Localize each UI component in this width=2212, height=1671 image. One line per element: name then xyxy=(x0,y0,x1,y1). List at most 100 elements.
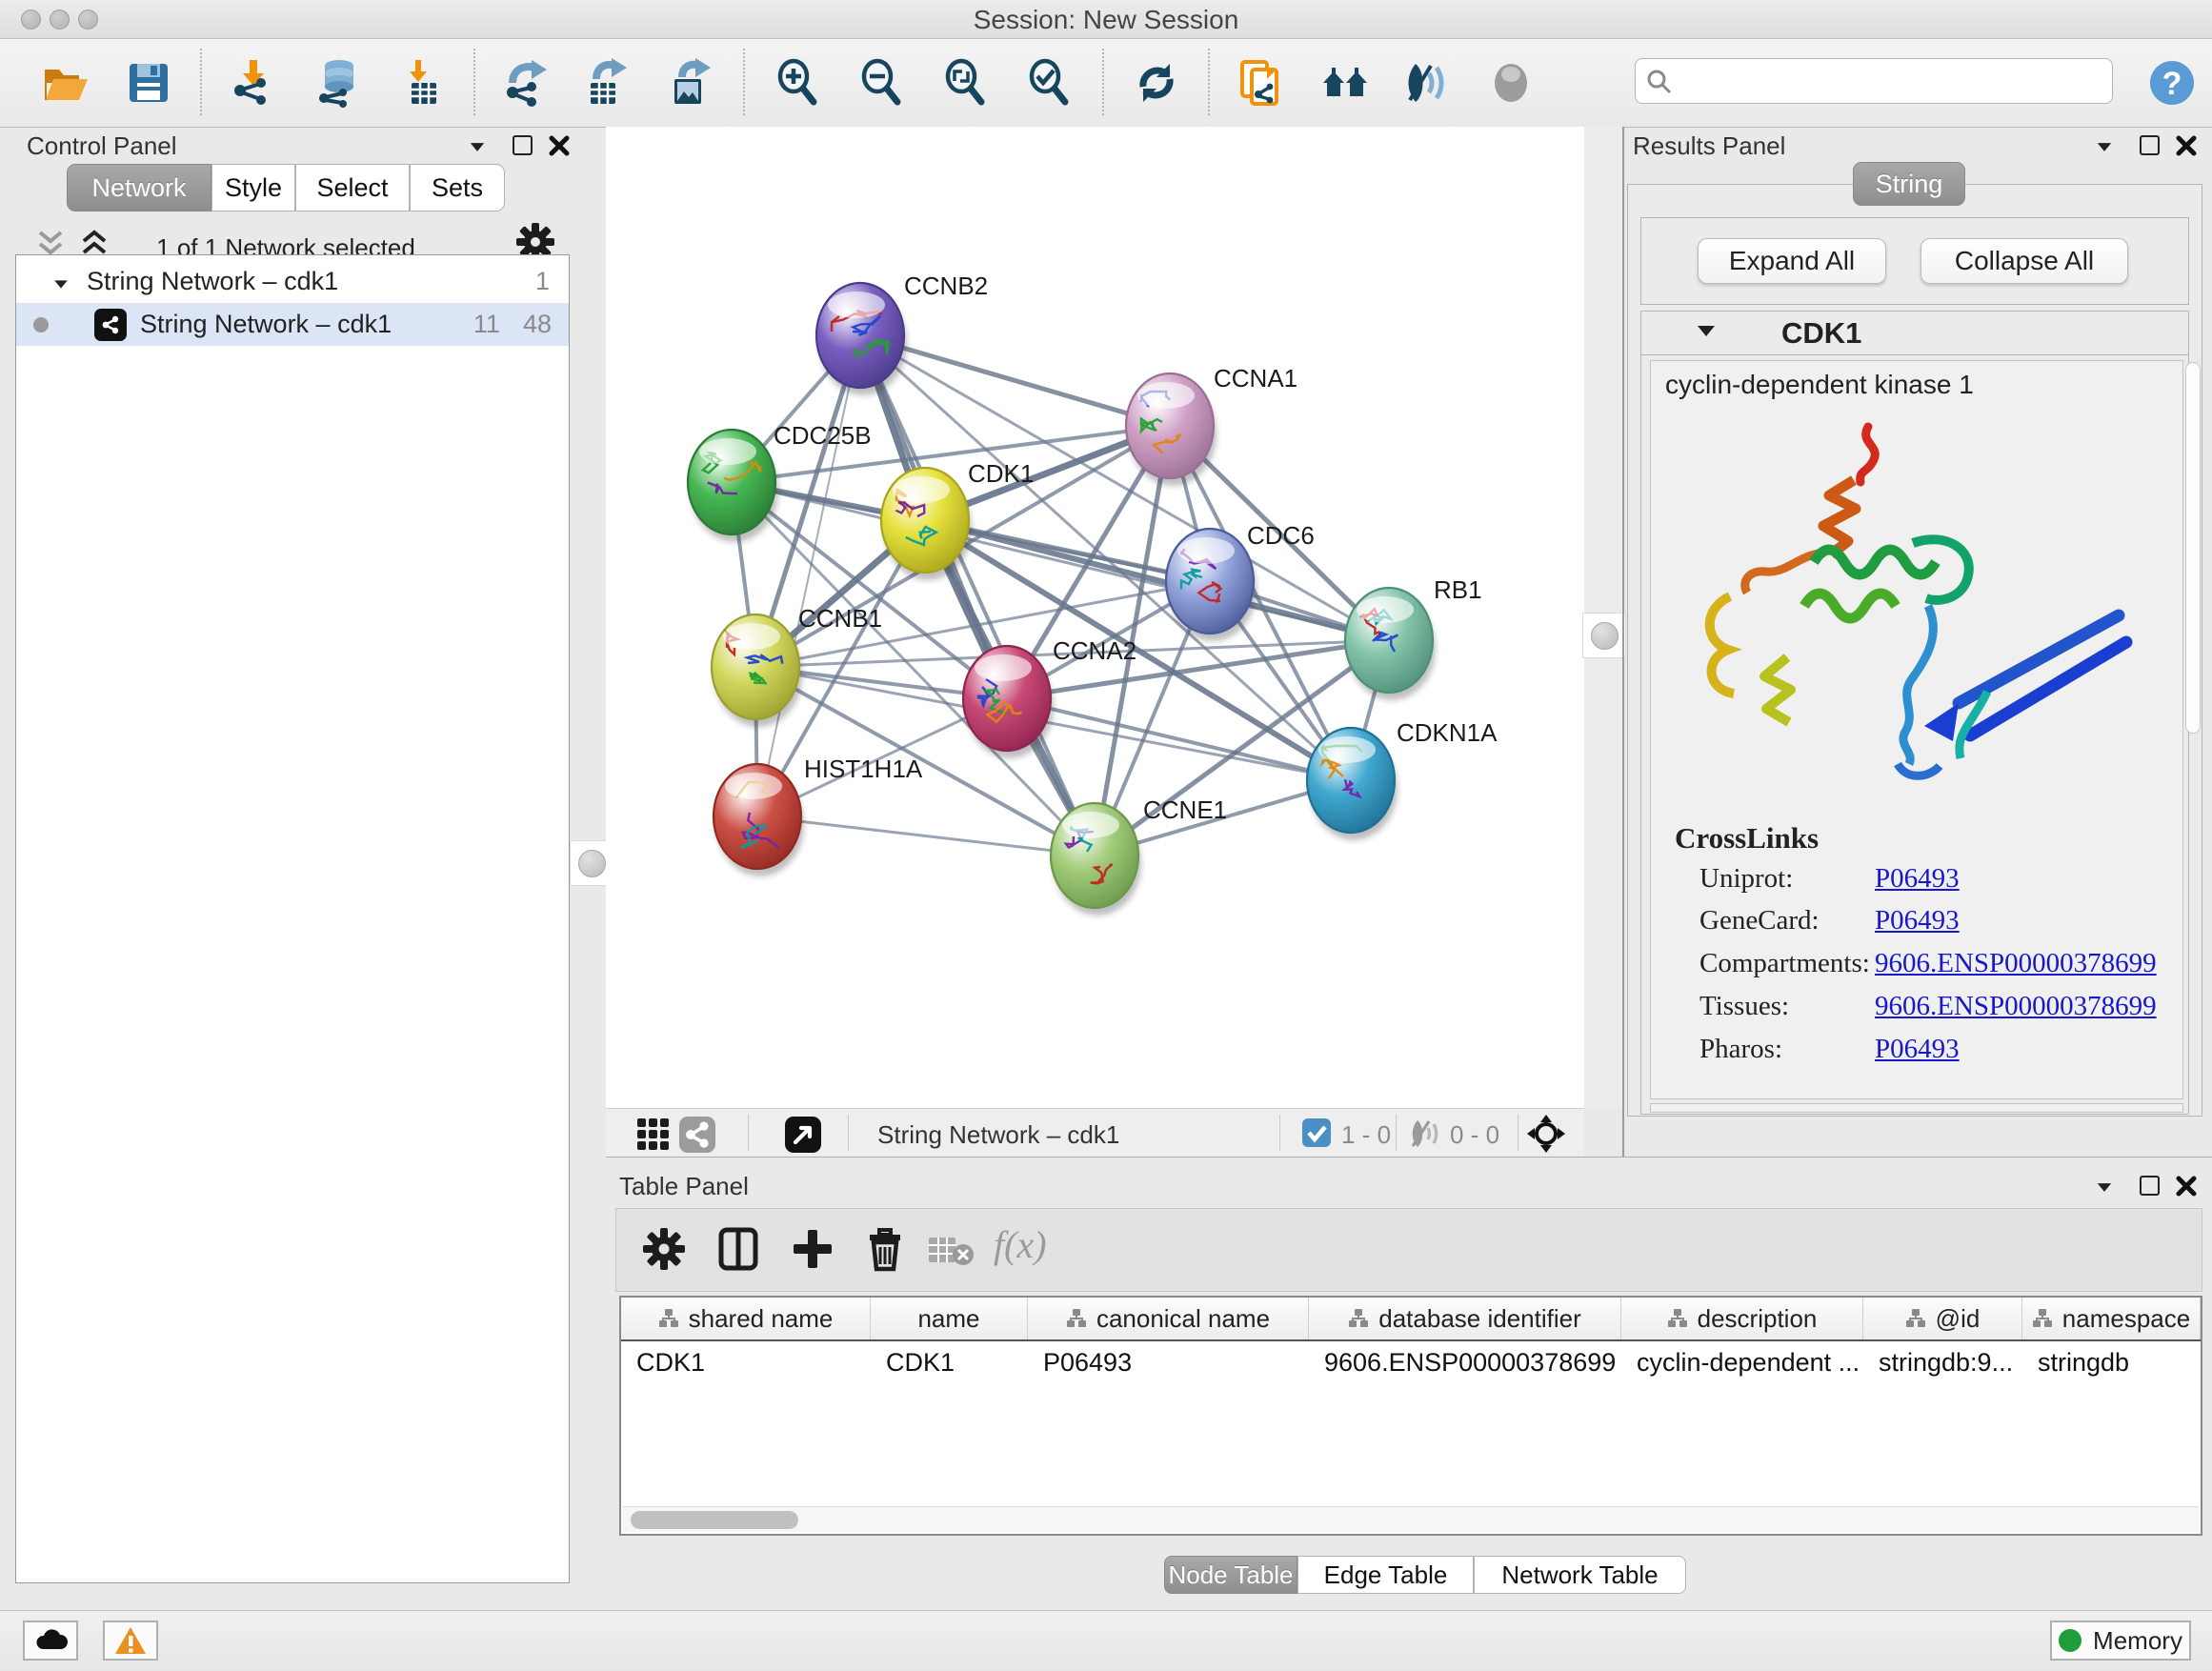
network-collection-row[interactable]: String Network – cdk1 1 xyxy=(16,260,569,303)
table-panel-float-icon[interactable] xyxy=(2140,1176,2160,1200)
search-icon xyxy=(1645,68,1674,96)
crosslink-pharos-link[interactable]: P06493 xyxy=(1875,1034,1960,1065)
network-badge-icon[interactable] xyxy=(678,1116,716,1158)
memory-button[interactable]: Memory xyxy=(2050,1621,2191,1661)
tab-network-table[interactable]: Network Table xyxy=(1474,1556,1686,1594)
column-header[interactable]: description xyxy=(1621,1298,1863,1339)
status-bar: Memory xyxy=(0,1610,2212,1671)
graph-node-CDKN1A: CDKN1A xyxy=(1307,718,1498,840)
collapse-all-button[interactable]: Collapse All xyxy=(1920,238,2128,284)
import-network-icon[interactable] xyxy=(229,58,278,108)
table-cell[interactable]: CDK1 xyxy=(621,1341,871,1383)
add-column-icon[interactable] xyxy=(790,1226,835,1277)
svg-text:CDKN1A: CDKN1A xyxy=(1397,718,1498,747)
column-header[interactable]: @id xyxy=(1863,1298,2022,1339)
tab-sets[interactable]: Sets xyxy=(410,164,505,211)
memory-label: Memory xyxy=(2093,1626,2182,1656)
results-panel-float-icon[interactable] xyxy=(2140,135,2160,160)
network-graph[interactable]: CCNB2CCNA1CDC25BCDK1CDC6RB1CCNB1CCNA2CDK… xyxy=(606,127,1584,1108)
table-row[interactable]: CDK1CDK1P064939606.ENSP00000378699cyclin… xyxy=(621,1341,2201,1383)
gene-section-expander-icon[interactable] xyxy=(1698,324,1715,341)
network-view-title: String Network – cdk1 xyxy=(877,1120,1119,1150)
tab-edge-table[interactable]: Edge Table xyxy=(1297,1556,1474,1594)
tab-node-table[interactable]: Node Table xyxy=(1164,1556,1297,1594)
crosslink-genecard-link[interactable]: P06493 xyxy=(1875,905,1960,936)
hidden-eye-slash-icon[interactable] xyxy=(1408,1117,1442,1155)
table-scrollbar-thumb[interactable] xyxy=(631,1511,798,1529)
table-cell[interactable]: cyclin-dependent ... xyxy=(1621,1341,1863,1383)
export-table-icon[interactable] xyxy=(583,58,633,108)
control-panel-close-icon[interactable] xyxy=(549,135,570,161)
table-panel-close-icon[interactable] xyxy=(2176,1176,2197,1201)
zoom-out-icon[interactable] xyxy=(857,58,907,108)
copy-style-icon[interactable] xyxy=(1237,58,1286,108)
network-node-count: 11 xyxy=(473,310,500,339)
tab-style[interactable]: Style xyxy=(211,164,295,211)
right-splitter-handle[interactable] xyxy=(1582,613,1626,658)
hide-graphics-icon[interactable] xyxy=(1402,58,1452,108)
network-row[interactable]: String Network – cdk1 11 48 xyxy=(16,303,569,346)
crosslink-tissues-link[interactable]: 9606.ENSP00000378699 xyxy=(1875,991,2157,1022)
delete-table-icon[interactable] xyxy=(927,1234,976,1273)
grid-view-icon[interactable] xyxy=(635,1117,670,1156)
expand-all-button[interactable]: Expand All xyxy=(1698,238,1886,284)
toolbar-separator xyxy=(200,49,202,115)
svg-text:HIST1H1A: HIST1H1A xyxy=(804,755,923,783)
column-header[interactable]: shared name xyxy=(621,1298,871,1339)
import-table-icon[interactable] xyxy=(398,58,448,108)
control-panel-menu-icon[interactable] xyxy=(469,140,486,157)
next-section-edge xyxy=(1650,1103,2183,1113)
import-database-icon[interactable] xyxy=(314,58,364,108)
refresh-icon[interactable] xyxy=(1132,58,1181,108)
first-neighbors-icon[interactable] xyxy=(1320,58,1370,108)
results-panel-menu-icon[interactable] xyxy=(2096,140,2113,157)
open-session-icon[interactable] xyxy=(42,58,91,108)
results-panel-title: Results Panel xyxy=(1633,131,1785,161)
cloud-button[interactable] xyxy=(23,1621,78,1661)
gene-name[interactable]: CDK1 xyxy=(1781,316,1861,351)
column-header[interactable]: name xyxy=(871,1298,1028,1339)
crosslink-uniprot-link[interactable]: P06493 xyxy=(1875,863,1960,895)
table-horizontal-scrollbar[interactable] xyxy=(623,1506,2199,1532)
help-icon[interactable]: ? xyxy=(2147,58,2197,108)
delete-column-trash-icon[interactable] xyxy=(862,1226,908,1277)
title-bar: Session: New Session xyxy=(0,0,2212,39)
selected-node-edge-counts: 1 - 0 xyxy=(1341,1120,1391,1150)
tab-string-results[interactable]: String xyxy=(1853,162,1965,206)
tab-select[interactable]: Select xyxy=(295,164,410,211)
results-scrollbar-thumb[interactable] xyxy=(2185,362,2201,734)
save-session-icon[interactable] xyxy=(124,58,173,108)
zoom-selected-icon[interactable] xyxy=(1025,58,1075,108)
table-cell[interactable]: stringdb:9... xyxy=(1863,1341,2022,1383)
export-network-icon[interactable] xyxy=(503,58,553,108)
results-panel-close-icon[interactable] xyxy=(2176,135,2197,161)
zoom-fit-icon[interactable] xyxy=(941,58,991,108)
function-builder-icon[interactable]: f(x) xyxy=(994,1222,1047,1267)
control-panel-float-icon[interactable] xyxy=(513,135,533,160)
crosslink-label: Pharos: xyxy=(1699,1034,1782,1065)
selected-checkbox-icon[interactable] xyxy=(1301,1117,1332,1153)
tab-network[interactable]: Network xyxy=(67,164,211,211)
search-input[interactable] xyxy=(1679,63,2102,99)
column-header[interactable]: canonical name xyxy=(1028,1298,1309,1339)
cytoscape-window: Session: New Session xyxy=(0,0,2212,1671)
svg-text:?: ? xyxy=(2162,66,2182,102)
warnings-button[interactable] xyxy=(103,1621,158,1661)
zoom-in-icon[interactable] xyxy=(774,58,823,108)
birds-eye-view-icon[interactable] xyxy=(784,1116,822,1158)
table-gear-icon[interactable] xyxy=(641,1226,687,1277)
fit-content-crosshair-icon[interactable] xyxy=(1526,1114,1566,1158)
crosslink-compartments-link[interactable]: 9606.ENSP00000378699 xyxy=(1875,948,2157,979)
network-canvas[interactable]: CCNB2CCNA1CDC25BCDK1CDC6RB1CCNB1CCNA2CDK… xyxy=(606,127,1585,1108)
table-cell[interactable]: stringdb xyxy=(2022,1341,2201,1383)
collection-expander-icon[interactable] xyxy=(52,267,70,296)
table-cell[interactable]: P06493 xyxy=(1028,1341,1309,1383)
column-header[interactable]: database identifier xyxy=(1309,1298,1621,1339)
column-header[interactable]: namespace xyxy=(2022,1298,2201,1339)
export-image-icon[interactable] xyxy=(667,58,716,108)
table-cell[interactable]: CDK1 xyxy=(871,1341,1028,1383)
show-columns-icon[interactable] xyxy=(715,1226,761,1277)
table-cell[interactable]: 9606.ENSP00000378699 xyxy=(1309,1341,1621,1383)
table-panel-menu-icon[interactable] xyxy=(2096,1180,2113,1198)
show-graphics-details-icon[interactable] xyxy=(1486,58,1536,108)
